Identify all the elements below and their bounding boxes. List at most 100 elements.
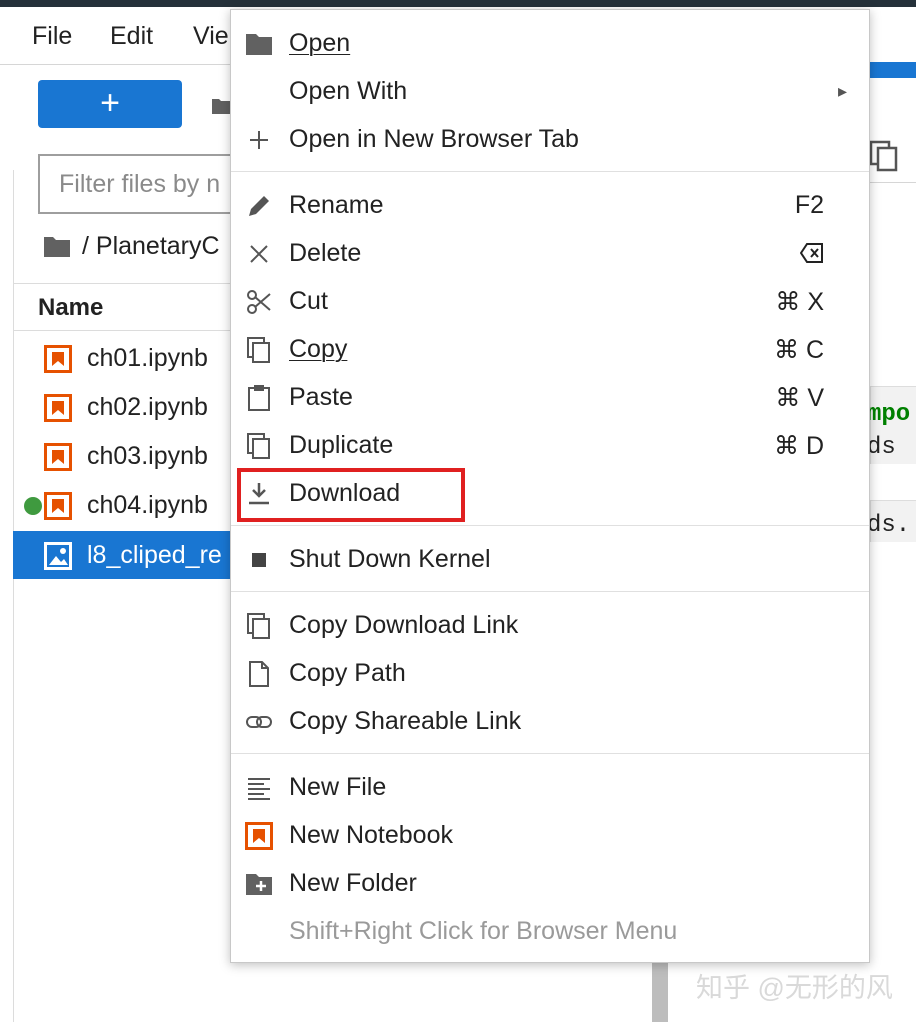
running-indicator-icon (24, 497, 42, 515)
top-strip (0, 0, 916, 7)
shortcut-label: ⌘ V (775, 384, 824, 412)
menu-item-browser-menu-hint: Shift+Right Click for Browser Menu (231, 908, 869, 956)
menu-item-label: Copy Download Link (289, 611, 519, 639)
menu-item-label: Duplicate (289, 431, 394, 459)
link-icon (245, 708, 273, 736)
duplicate-icon (245, 432, 273, 460)
notebook-icon (245, 822, 273, 850)
file-row-selected[interactable]: l8_cliped_re (13, 531, 243, 579)
menu-separator (231, 591, 869, 592)
scissors-icon (245, 288, 273, 316)
file-row[interactable]: ch02.ipynb (13, 383, 243, 431)
context-menu: Open Open With ▸ Open in New Browser Tab… (230, 9, 870, 963)
close-icon (245, 240, 273, 268)
plus-icon (245, 126, 273, 154)
breadcrumb-path: / PlanetaryC (82, 232, 220, 260)
menu-item-duplicate[interactable]: Duplicate ⌘ D (231, 422, 869, 470)
file-name: ch01.ipynb (87, 344, 208, 372)
menu-file[interactable]: File (32, 22, 72, 51)
stop-icon (245, 546, 273, 574)
menu-item-label: New File (289, 773, 387, 801)
menu-item-label: Shift+Right Click for Browser Menu (289, 917, 678, 945)
notebook-icon (44, 394, 72, 422)
code-line: ds (867, 434, 896, 461)
file-row[interactable]: ch01.ipynb (13, 334, 243, 382)
menu-item-label: New Folder (289, 869, 417, 897)
code-cell[interactable]: ds. (867, 500, 916, 542)
file-row[interactable]: ch03.ipynb (13, 432, 243, 480)
menu-item-new-folder[interactable]: New Folder (231, 860, 869, 908)
menu-item-label: Rename (289, 191, 384, 219)
menu-view[interactable]: Vie (193, 22, 229, 51)
filter-files-input[interactable]: Filter files by n (38, 154, 258, 214)
menu-separator (231, 525, 869, 526)
menu-item-new-file[interactable]: New File (231, 764, 869, 812)
menu-item-delete[interactable]: Delete (231, 230, 869, 278)
toolbar-divider (870, 182, 916, 183)
menu-item-new-notebook[interactable]: New Notebook (231, 812, 869, 860)
file-icon (245, 660, 273, 688)
menu-item-cut[interactable]: Cut ⌘ X (231, 278, 869, 326)
folder-icon (44, 235, 70, 264)
pencil-icon (245, 192, 273, 220)
image-file-icon (44, 542, 72, 570)
notebook-icon (44, 345, 72, 373)
shortcut-label: ⌘ X (775, 288, 824, 316)
menu-item-label: Open (289, 29, 351, 57)
column-header-name[interactable]: Name (13, 283, 243, 331)
notebook-icon (44, 492, 72, 520)
clipboard-icon (245, 384, 273, 412)
menu-separator (231, 171, 869, 172)
copy-icon[interactable] (869, 140, 899, 177)
menu-item-shutdown-kernel[interactable]: Shut Down Kernel (231, 536, 869, 584)
active-tab-accent (870, 62, 916, 78)
menu-item-copy-shareable-link[interactable]: Copy Shareable Link (231, 698, 869, 746)
file-name: l8_cliped_re (87, 541, 222, 569)
code-line: ds. (867, 512, 911, 539)
menu-item-copy[interactable]: Copy ⌘ C (231, 326, 869, 374)
menu-item-open[interactable]: Open (231, 20, 869, 68)
submenu-arrow-icon: ▸ (837, 81, 847, 101)
scrollbar[interactable] (652, 962, 668, 1022)
menu-item-label: Open in New Browser Tab (289, 125, 579, 153)
folder-icon (245, 30, 273, 58)
menu-item-label: Open With (289, 77, 408, 105)
text-file-icon (245, 774, 273, 802)
copy-icon (245, 612, 273, 640)
copy-icon (245, 336, 273, 364)
menu-item-open-with[interactable]: Open With ▸ (231, 68, 869, 116)
menu-separator (231, 753, 869, 754)
menu-item-copy-download-link[interactable]: Copy Download Link (231, 602, 869, 650)
code-line: mpo (867, 401, 911, 428)
file-name: ch03.ipynb (87, 442, 208, 470)
new-folder-toolbar-icon[interactable] (212, 96, 232, 116)
add-folder-icon (245, 870, 273, 898)
menu-item-open-new-tab[interactable]: Open in New Browser Tab (231, 116, 869, 164)
breadcrumb[interactable]: / PlanetaryC (44, 232, 220, 264)
menu-item-label: Paste (289, 383, 353, 411)
menu-item-paste[interactable]: Paste ⌘ V (231, 374, 869, 422)
menu-item-label: Delete (289, 239, 362, 267)
highlight-box (237, 468, 465, 522)
menu-item-label: New Notebook (289, 821, 453, 849)
name-header-label: Name (38, 294, 104, 321)
menu-item-label: Copy (289, 335, 348, 363)
shortcut-label: ⌘ C (774, 336, 824, 364)
shortcut-label: F2 (794, 191, 824, 219)
file-name: ch02.ipynb (87, 393, 208, 421)
menu-item-label: Copy Shareable Link (289, 707, 522, 735)
shortcut-label: ⌘ D (774, 432, 824, 460)
file-name: ch04.ipynb (87, 491, 208, 519)
menu-item-label: Shut Down Kernel (289, 545, 491, 573)
menu-item-label: Cut (289, 287, 328, 315)
file-row[interactable]: ch04.ipynb (13, 481, 243, 529)
new-launcher-button[interactable]: + (38, 80, 182, 128)
menu-item-copy-path[interactable]: Copy Path (231, 650, 869, 698)
menu-edit[interactable]: Edit (110, 22, 153, 51)
menu-item-label: Copy Path (289, 659, 406, 687)
notebook-icon (44, 443, 72, 471)
menu-item-rename[interactable]: Rename F2 (231, 182, 869, 230)
editor-area (870, 65, 916, 1022)
code-cell[interactable]: mpo ds (867, 386, 916, 464)
watermark: 知乎 @无形的风 (696, 973, 893, 1003)
